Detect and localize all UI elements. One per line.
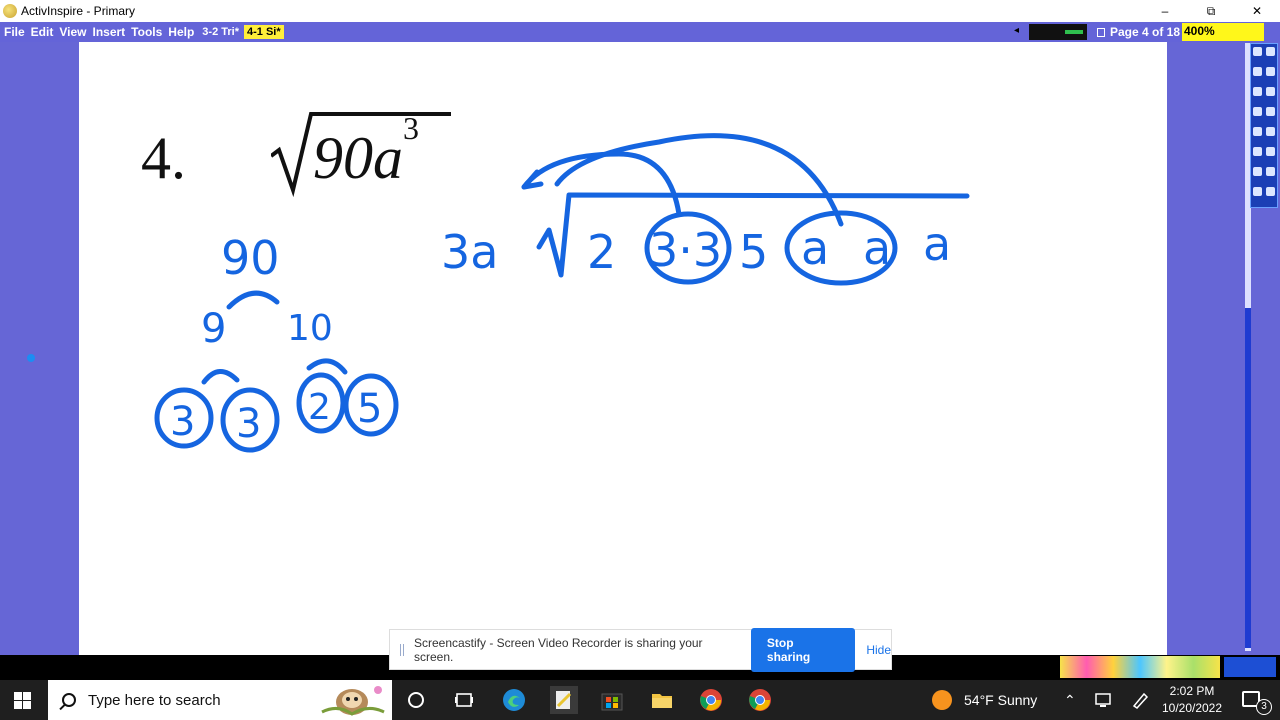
handwriting-coefficient: 3a	[441, 225, 498, 279]
handwriting-10: 10	[287, 308, 333, 349]
edge-icon[interactable]	[502, 688, 526, 712]
handwriting-radicand-a3: a	[923, 217, 951, 271]
tray-chevron-icon[interactable]: ⌃	[1064, 680, 1076, 720]
shape-tool-icon[interactable]	[1253, 87, 1262, 96]
handwriting-leaf-3a: 3	[170, 399, 195, 445]
menu-edit[interactable]: Edit	[28, 25, 57, 39]
doc-tab-4-1[interactable]: 4-1 Si*	[243, 25, 284, 39]
menu-view[interactable]: View	[56, 25, 89, 39]
store-icon[interactable]	[600, 688, 624, 712]
handwriting-leaf-3b: 3	[236, 401, 261, 447]
chrome-icon-2[interactable]	[748, 688, 772, 712]
menu-file[interactable]: File	[0, 25, 28, 39]
search-icon	[62, 693, 76, 707]
minimize-button[interactable]: –	[1142, 0, 1188, 22]
eraser-tool-icon[interactable]	[1266, 67, 1275, 76]
taskbar-search[interactable]: Type here to search	[48, 680, 392, 720]
page-back-arrow-icon[interactable]: ◂	[1014, 25, 1019, 36]
screen-share-message: Screencastify - Screen Video Recorder is…	[413, 635, 703, 664]
screen-share-banner: Screencastify - Screen Video Recorder is…	[389, 627, 892, 672]
color-green-icon[interactable]	[1266, 187, 1275, 196]
flipchart-canvas[interactable]: 4. 90a3 90 9 10 3 3 2 5 3a 2 3·3 5 a a a	[79, 42, 1167, 655]
drag-handle-icon[interactable]	[400, 643, 404, 656]
clear-tool-icon[interactable]	[1266, 147, 1275, 156]
window-controls: – ⧉ ✕	[1142, 0, 1280, 22]
redo-tool-icon[interactable]	[1266, 127, 1275, 136]
task-view-icon[interactable]	[452, 688, 476, 712]
text-tool-icon[interactable]	[1266, 87, 1275, 96]
pen-tool-icon[interactable]	[1266, 47, 1275, 56]
handwriting-90: 90	[221, 231, 280, 285]
menu-tools[interactable]: Tools	[128, 25, 165, 39]
page-icon	[1097, 27, 1105, 37]
page-indicator: Page 4 of 18	[1097, 24, 1180, 40]
restore-button[interactable]: ⧉	[1188, 0, 1234, 22]
connector-tool-icon[interactable]	[1266, 107, 1275, 116]
clock-time: 2:02 PM	[1169, 684, 1215, 698]
close-button[interactable]: ✕	[1234, 0, 1280, 22]
weather-widget[interactable]: 54°F Sunny	[932, 680, 1037, 720]
handwriting-radicand-a1: a	[801, 221, 829, 275]
menu-insert[interactable]: Insert	[89, 25, 128, 39]
handwriting-leaf-5: 5	[357, 386, 382, 432]
handwriting-radicand-5: 5	[739, 225, 768, 279]
cortana-icon[interactable]	[408, 692, 424, 708]
windows-start-icon[interactable]	[14, 692, 31, 709]
handwriting-leaf-2: 2	[308, 387, 331, 428]
handwriting-9: 9	[201, 306, 226, 352]
network-icon[interactable]	[1094, 690, 1114, 710]
file-explorer-icon[interactable]	[650, 688, 674, 712]
clock-date: 10/20/2022	[1161, 701, 1223, 715]
title-bar: ActivInspire - Primary – ⧉ ✕	[0, 0, 1280, 22]
hide-button[interactable]: Hide	[866, 643, 891, 657]
chrome-icon[interactable]	[699, 688, 723, 712]
scrollbar-thumb[interactable]	[1245, 308, 1251, 648]
palette-controls[interactable]	[1224, 657, 1276, 677]
select-tool-icon[interactable]	[1253, 47, 1262, 56]
pen-workspace-icon[interactable]	[1130, 690, 1150, 710]
color-red-icon[interactable]	[1253, 167, 1262, 176]
menu-bar: File Edit View Insert Tools Help 3-2 Tri…	[0, 22, 1280, 42]
handwriting-ink: 90 9 10 3 3 2 5 3a 2 3·3 5 a a a	[154, 133, 970, 453]
doc-tab-3-2[interactable]: 3-2 Tri*	[199, 25, 242, 39]
notification-badge: 3	[1256, 699, 1272, 715]
color-blue-icon[interactable]	[1253, 187, 1262, 196]
windows-taskbar: Type here to search 54°F Sunny ⌃ 2:02 PM…	[0, 680, 1280, 720]
handwriting-radicand-3-3: 3·3	[649, 223, 722, 277]
undo-tool-icon[interactable]	[1253, 127, 1262, 136]
sun-icon	[932, 690, 952, 710]
window-title: ActivInspire - Primary	[21, 4, 136, 18]
stop-sharing-button[interactable]: Stop sharing	[750, 627, 856, 672]
page-indicator-text: Page 4 of 18	[1110, 25, 1181, 39]
clock[interactable]: 2:02 PM 10/20/2022	[1152, 683, 1232, 717]
menu-help[interactable]: Help	[165, 25, 197, 39]
activinspire-icon[interactable]	[550, 686, 578, 714]
flipchart-thumbnail[interactable]	[1029, 24, 1087, 40]
fill-tool-icon[interactable]	[1253, 107, 1262, 116]
search-highlight-sloth-icon	[321, 686, 385, 716]
main-toolbox[interactable]	[1250, 43, 1278, 208]
handwriting-radicand-2: 2	[587, 225, 616, 279]
highlighter-tool-icon[interactable]	[1253, 67, 1262, 76]
weather-text: 54°F Sunny	[964, 692, 1038, 708]
color-black-icon[interactable]	[1266, 167, 1275, 176]
search-placeholder: Type here to search	[88, 691, 221, 709]
handwriting-radicand-a2: a	[863, 221, 891, 275]
color-palette[interactable]	[1060, 656, 1220, 678]
activinspire-app-icon	[3, 4, 17, 18]
zoom-level[interactable]: 400%	[1182, 23, 1264, 41]
reset-tool-icon[interactable]	[1253, 147, 1262, 156]
page-handle-icon[interactable]	[27, 354, 35, 362]
